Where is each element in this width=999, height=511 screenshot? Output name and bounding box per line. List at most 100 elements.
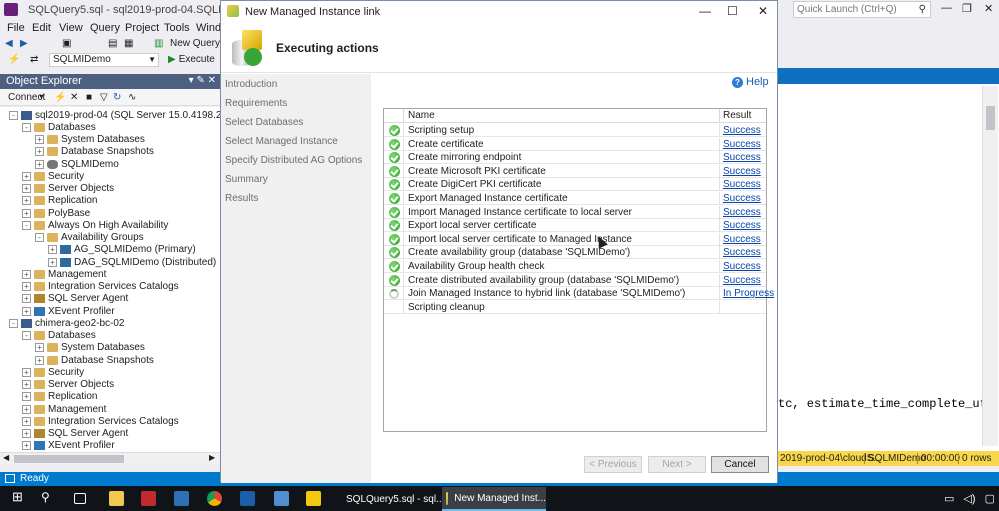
tree-node[interactable]: + Server Objects (22, 183, 114, 195)
tree-node[interactable]: + SQL Server Agent (22, 293, 128, 305)
tree-node[interactable]: + Management (22, 268, 106, 280)
tree-node[interactable]: - Availability Groups (35, 232, 144, 244)
menu-project[interactable]: Project (125, 22, 159, 34)
expand-icon[interactable]: + (22, 269, 31, 279)
tree-node[interactable]: + Management (22, 403, 106, 415)
expand-icon[interactable]: + (22, 208, 31, 218)
expand-icon[interactable]: + (35, 135, 44, 144)
disconnect-icon[interactable]: ✕ (70, 92, 78, 103)
expand-icon[interactable]: + (35, 355, 44, 365)
quick-launch-input[interactable]: Quick Launch (Ctrl+Q) ⚲ (793, 1, 931, 18)
forward-icon[interactable]: ▶ (20, 38, 28, 49)
expand-icon[interactable]: + (22, 380, 31, 389)
tree-node[interactable]: + AG_SQLMIDemo (Primary) (48, 244, 196, 256)
minimize-icon[interactable]: — (699, 4, 711, 18)
new-project-icon[interactable]: ▣ (62, 38, 71, 49)
expand-icon[interactable]: + (22, 367, 31, 377)
expand-icon[interactable]: + (48, 257, 57, 267)
open-file-icon[interactable]: ▤ (108, 38, 117, 49)
new-query-button[interactable]: New Query (170, 38, 220, 49)
tree-node[interactable]: + PolyBase (22, 207, 90, 219)
close-icon[interactable]: ✕ (984, 2, 993, 15)
action-result-link[interactable]: Success (723, 152, 761, 163)
tree-node[interactable]: + Replication (22, 195, 97, 207)
query-code-fragment[interactable]: tc, estimate_time_complete_utc) (778, 397, 982, 411)
action-result-link[interactable]: Success (723, 166, 761, 177)
network-icon[interactable]: ▭ (944, 493, 954, 505)
expand-icon[interactable]: + (35, 343, 44, 353)
scroll-left-icon[interactable]: ◀ (3, 453, 9, 462)
previous-button[interactable]: < Previous (584, 456, 642, 473)
action-result-link[interactable]: Success (723, 220, 761, 231)
expand-icon[interactable]: + (22, 184, 31, 193)
maximize-icon[interactable]: ☐ (727, 4, 738, 18)
collapse-icon[interactable]: - (9, 110, 18, 120)
back-icon[interactable]: ◀ (5, 38, 13, 49)
expand-icon[interactable]: + (22, 429, 31, 438)
collapse-icon[interactable]: - (22, 331, 31, 340)
menu-edit[interactable]: Edit (32, 22, 51, 34)
database-select[interactable]: SQLMIDemo ▼ (49, 53, 159, 67)
action-result-link[interactable]: Success (723, 207, 761, 218)
pin-icon[interactable]: ▾ ✎ ✕ (189, 75, 216, 86)
action-result-link[interactable]: Success (723, 125, 761, 136)
action-result-link[interactable]: Success (723, 234, 761, 245)
expand-icon[interactable]: + (35, 147, 44, 157)
expand-icon[interactable]: + (22, 294, 31, 304)
server-manager-icon[interactable] (174, 491, 189, 506)
tree-node[interactable]: - Always On High Availability (22, 219, 168, 231)
tree-node[interactable]: - Databases (22, 121, 96, 133)
help-link[interactable]: ? Help (732, 76, 769, 88)
tree-node[interactable]: + SQLMIDemo (35, 158, 119, 170)
column-header-name[interactable]: Name (408, 110, 435, 121)
power-bi-icon[interactable] (306, 491, 321, 506)
file-explorer-icon[interactable] (109, 491, 124, 506)
action-result-link[interactable]: Success (723, 261, 761, 272)
volume-icon[interactable]: ◁) (963, 493, 975, 505)
tree-node[interactable]: + Database Snapshots (35, 146, 154, 158)
expand-icon[interactable]: + (22, 196, 31, 206)
collapse-icon[interactable]: - (35, 233, 44, 242)
tree-node[interactable]: + DAG_SQLMIDemo (Distributed) (48, 256, 216, 268)
taskbar-item-mi-link[interactable]: New Managed Inst... (442, 487, 546, 511)
new-query-icon[interactable]: ▥ (154, 38, 163, 49)
tree-node[interactable]: + Database Snapshots (35, 354, 154, 366)
action-result-link[interactable]: Success (723, 193, 761, 204)
query-editor[interactable] (778, 68, 999, 451)
powershell-icon[interactable] (240, 491, 255, 506)
minimize-icon[interactable]: — (941, 2, 952, 14)
collapse-icon[interactable]: - (22, 220, 31, 230)
tree-node[interactable]: + System Databases (35, 342, 145, 354)
scroll-right-icon[interactable]: ▶ (209, 453, 215, 462)
chrome-icon[interactable] (207, 491, 222, 506)
scrollbar-thumb[interactable] (14, 455, 124, 463)
cancel-button[interactable]: Cancel (711, 456, 769, 473)
save-icon[interactable]: ▦ (124, 38, 133, 49)
action-result-link[interactable]: Success (723, 179, 761, 190)
stop-icon[interactable]: ■ (86, 92, 92, 103)
expand-icon[interactable]: + (22, 441, 31, 451)
expand-icon[interactable]: + (22, 404, 31, 414)
close-icon[interactable]: ✕ (758, 4, 768, 18)
tree-node[interactable]: + System Databases (35, 134, 145, 146)
notification-icon[interactable]: ▢ (985, 493, 995, 505)
tree-node[interactable]: + Server Objects (22, 379, 114, 391)
tree-node[interactable]: + Security (22, 170, 84, 182)
connect-icon[interactable]: ⚡ (8, 54, 20, 65)
tree-node[interactable]: + Integration Services Catalogs (22, 415, 179, 427)
object-explorer-scrollbar[interactable]: ◀ ▶ (0, 452, 220, 464)
tree-node[interactable]: + Security (22, 366, 84, 378)
menu-file[interactable]: File (7, 22, 25, 34)
expand-icon[interactable]: + (35, 159, 44, 169)
tree-node[interactable]: - chimera-geo2-bc-02 (9, 317, 125, 329)
refresh-icon[interactable]: ↻ (113, 92, 121, 103)
collapse-icon[interactable]: - (9, 318, 18, 328)
activity-monitor-icon[interactable]: ∿ (128, 92, 136, 103)
editor-vertical-scrollbar[interactable] (982, 86, 998, 446)
menu-tools[interactable]: Tools (164, 22, 190, 34)
tree-node[interactable]: + SQL Server Agent (22, 428, 128, 440)
next-button[interactable]: Next > (648, 456, 706, 473)
tree-node[interactable]: + Integration Services Catalogs (22, 281, 179, 293)
action-result-link[interactable]: Success (723, 275, 761, 286)
chevron-down-icon[interactable]: ▼ (38, 94, 45, 101)
